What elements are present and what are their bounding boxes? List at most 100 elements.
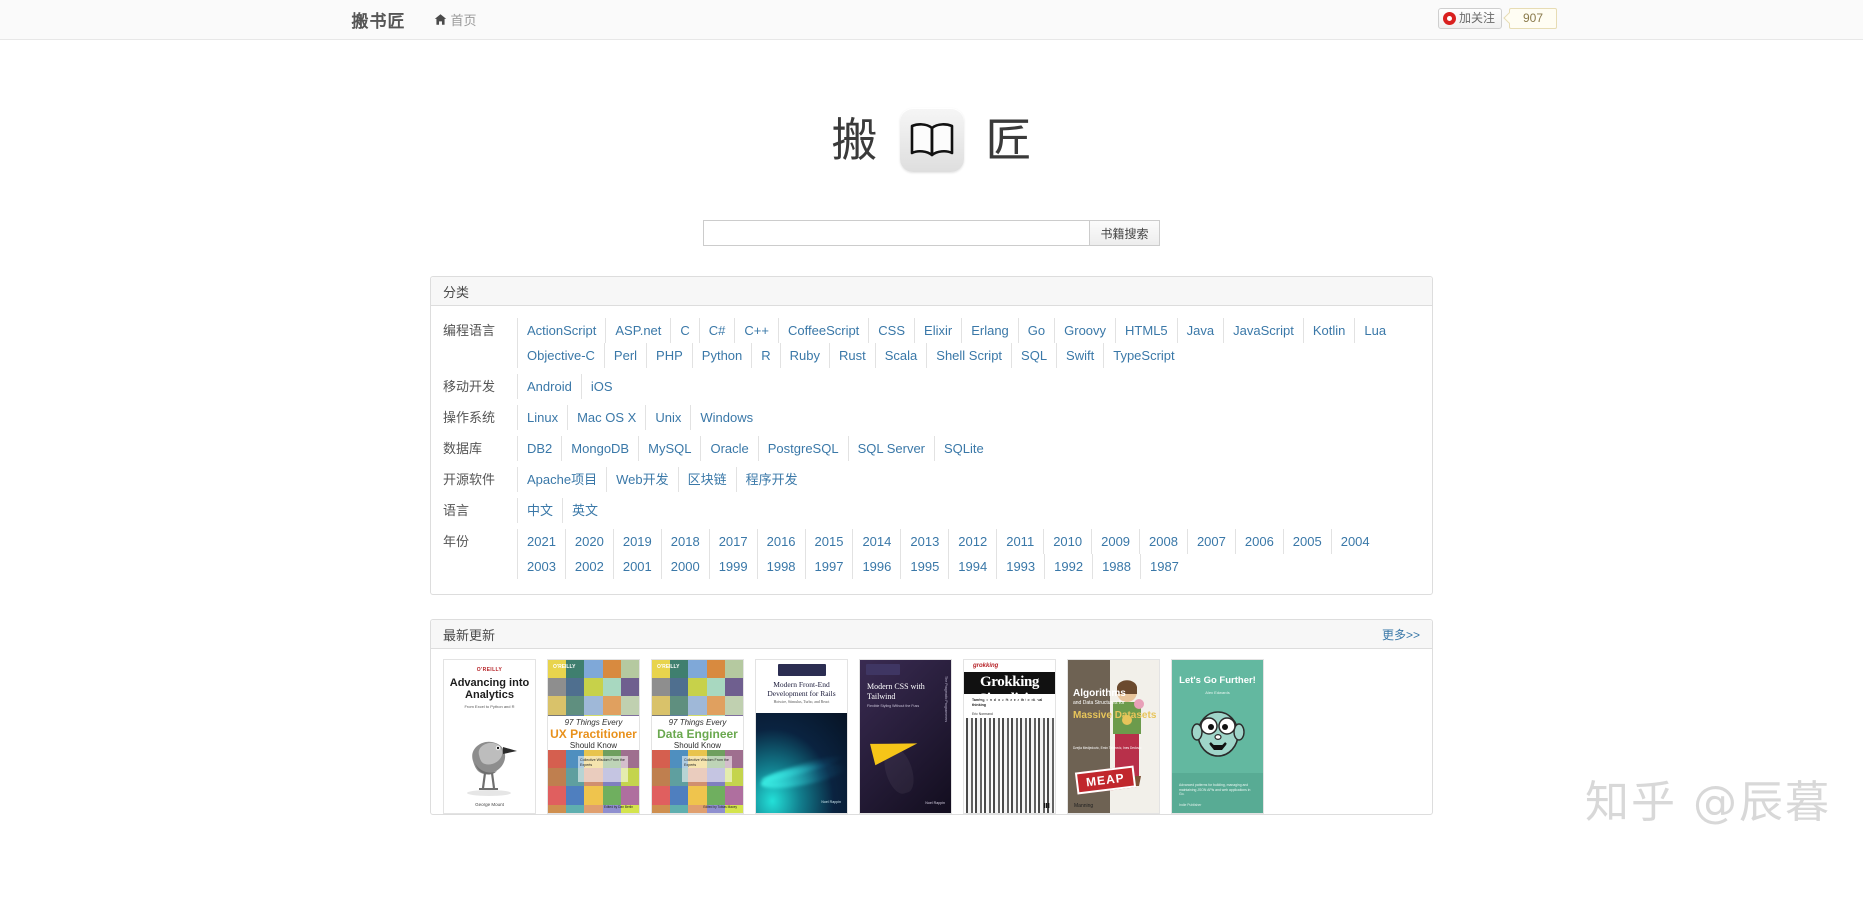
- mosaic-tile: [603, 786, 621, 804]
- search-input[interactable]: [703, 220, 1089, 246]
- category-link[interactable]: 英文: [562, 498, 607, 523]
- category-link[interactable]: Rust: [829, 343, 875, 368]
- category-link[interactable]: Ruby: [780, 343, 829, 368]
- category-link[interactable]: 2021: [517, 529, 565, 554]
- category-link[interactable]: 2000: [661, 554, 709, 579]
- category-link[interactable]: 1998: [757, 554, 805, 579]
- category-link[interactable]: 1988: [1092, 554, 1140, 579]
- category-link[interactable]: Windows: [690, 405, 762, 430]
- category-link[interactable]: 1997: [805, 554, 853, 579]
- category-link[interactable]: 2004: [1331, 529, 1379, 554]
- category-link[interactable]: 2010: [1043, 529, 1091, 554]
- category-link[interactable]: Java: [1177, 318, 1223, 343]
- category-link[interactable]: 2005: [1283, 529, 1331, 554]
- category-link[interactable]: 程序开发: [736, 467, 807, 492]
- category-link[interactable]: 1999: [709, 554, 757, 579]
- category-link[interactable]: MongoDB: [561, 436, 638, 461]
- category-link[interactable]: Lua: [1354, 318, 1395, 343]
- category-link[interactable]: SQL Server: [848, 436, 934, 461]
- category-link[interactable]: Kotlin: [1303, 318, 1355, 343]
- book-card[interactable]: grokking Grokking Simplicity Taming comp…: [963, 659, 1056, 814]
- category-link[interactable]: ActionScript: [517, 318, 605, 343]
- category-link[interactable]: Web开发: [606, 467, 678, 492]
- book-card[interactable]: O'REILLY 97 Things Every Data Engineer S…: [651, 659, 744, 814]
- category-link[interactable]: 2020: [565, 529, 613, 554]
- category-link[interactable]: HTML5: [1115, 318, 1177, 343]
- category-link[interactable]: Unix: [645, 405, 690, 430]
- category-link[interactable]: 2003: [517, 554, 565, 579]
- category-link[interactable]: 2019: [613, 529, 661, 554]
- book-card[interactable]: Modern Front-End Development for Rails H…: [755, 659, 848, 814]
- category-link[interactable]: JavaScript: [1223, 318, 1303, 343]
- category-link[interactable]: Python: [692, 343, 751, 368]
- category-link[interactable]: 2006: [1235, 529, 1283, 554]
- category-link[interactable]: 2016: [757, 529, 805, 554]
- category-link[interactable]: PostgreSQL: [758, 436, 848, 461]
- category-link[interactable]: DB2: [517, 436, 561, 461]
- category-link[interactable]: iOS: [581, 374, 622, 399]
- category-link[interactable]: Swift: [1056, 343, 1103, 368]
- latest-updates-more-link[interactable]: 更多>>: [1382, 626, 1420, 643]
- category-link[interactable]: 2002: [565, 554, 613, 579]
- category-link[interactable]: 2007: [1187, 529, 1235, 554]
- category-link[interactable]: Erlang: [961, 318, 1018, 343]
- category-link[interactable]: R: [751, 343, 779, 368]
- category-link[interactable]: MySQL: [638, 436, 700, 461]
- category-link[interactable]: Android: [517, 374, 581, 399]
- category-link[interactable]: 中文: [517, 498, 562, 523]
- category-link[interactable]: 区块链: [678, 467, 736, 492]
- book-card[interactable]: Algorithms and Data Structures for Massi…: [1067, 659, 1160, 814]
- book-card[interactable]: The Pragmatic Programmers Modern CSS wit…: [859, 659, 952, 814]
- nav-item-home[interactable]: 首页: [434, 10, 477, 29]
- category-link-list: 中文英文: [517, 498, 1420, 523]
- book-card[interactable]: Let's Go Further! Alex Edwards: [1171, 659, 1264, 814]
- book-cover-grokking-simplicity: grokking Grokking Simplicity Taming comp…: [964, 660, 1055, 813]
- category-link[interactable]: Perl: [604, 343, 646, 368]
- category-row-label: 数据库: [443, 436, 517, 461]
- category-link[interactable]: Mac OS X: [567, 405, 645, 430]
- category-link[interactable]: 2012: [948, 529, 996, 554]
- category-link[interactable]: 2014: [852, 529, 900, 554]
- site-logo[interactable]: 搬 匠: [342, 40, 1522, 180]
- site-brand[interactable]: 搬书匠: [352, 7, 406, 32]
- category-link[interactable]: C++: [734, 318, 778, 343]
- category-link[interactable]: 1994: [948, 554, 996, 579]
- category-link[interactable]: Scala: [875, 343, 927, 368]
- category-link[interactable]: 2009: [1091, 529, 1139, 554]
- weibo-follow-button[interactable]: 加关注: [1438, 8, 1502, 29]
- category-link[interactable]: Groovy: [1054, 318, 1115, 343]
- category-link[interactable]: 1993: [996, 554, 1044, 579]
- category-link[interactable]: 2013: [900, 529, 948, 554]
- category-link[interactable]: SQL: [1011, 343, 1056, 368]
- category-link[interactable]: Linux: [517, 405, 567, 430]
- category-link[interactable]: CoffeeScript: [778, 318, 868, 343]
- category-link[interactable]: 1995: [900, 554, 948, 579]
- category-link[interactable]: Go: [1018, 318, 1054, 343]
- category-link[interactable]: 2017: [709, 529, 757, 554]
- category-link[interactable]: 1987: [1140, 554, 1188, 579]
- search-button[interactable]: 书籍搜索: [1089, 220, 1159, 246]
- category-link[interactable]: 1996: [852, 554, 900, 579]
- category-link[interactable]: 1992: [1044, 554, 1092, 579]
- category-link[interactable]: 2008: [1139, 529, 1187, 554]
- category-link[interactable]: 2015: [805, 529, 853, 554]
- category-link[interactable]: Apache项目: [517, 467, 606, 492]
- mosaic-tile: [584, 678, 602, 696]
- category-link[interactable]: Objective-C: [517, 343, 604, 368]
- category-link[interactable]: Oracle: [700, 436, 757, 461]
- category-link[interactable]: ASP.net: [605, 318, 670, 343]
- category-link[interactable]: TypeScript: [1103, 343, 1183, 368]
- category-row-label: 年份: [443, 529, 517, 554]
- category-link[interactable]: SQLite: [934, 436, 993, 461]
- book-card[interactable]: O'REILLY Advancing into Analytics From E…: [443, 659, 536, 814]
- category-link[interactable]: 2001: [613, 554, 661, 579]
- category-link[interactable]: CSS: [868, 318, 914, 343]
- category-link[interactable]: Elixir: [914, 318, 961, 343]
- category-link[interactable]: Shell Script: [926, 343, 1011, 368]
- category-link[interactable]: PHP: [646, 343, 692, 368]
- category-link[interactable]: C#: [699, 318, 735, 343]
- category-link[interactable]: C: [670, 318, 698, 343]
- category-link[interactable]: 2011: [996, 529, 1043, 554]
- book-card[interactable]: O'REILLY 97 Things Every UX Practitioner…: [547, 659, 640, 814]
- category-link[interactable]: 2018: [661, 529, 709, 554]
